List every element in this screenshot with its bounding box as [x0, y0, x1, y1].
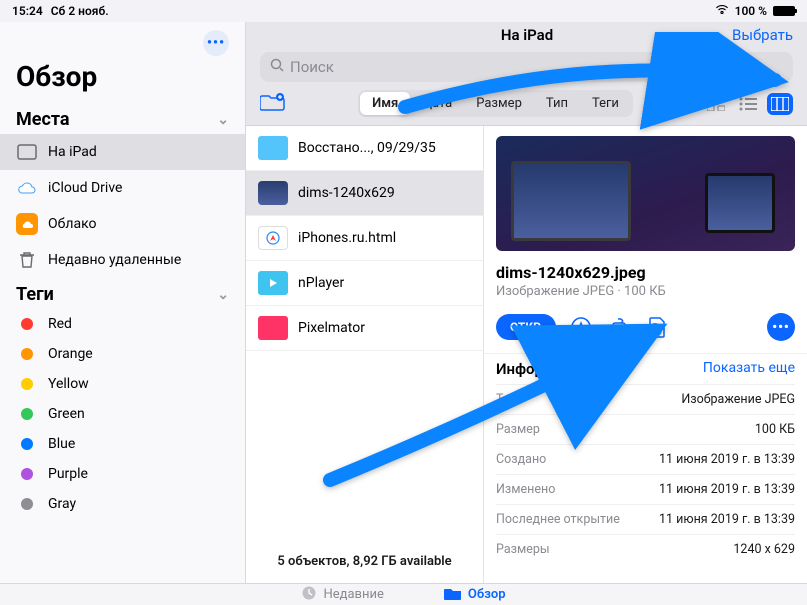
markup-icon[interactable] [568, 314, 594, 340]
view-grid-button[interactable] [703, 93, 729, 115]
tag-dot-icon [21, 468, 33, 480]
tag-dot-icon [21, 408, 33, 420]
file-row-pixelmator[interactable]: Pixelmator [246, 306, 483, 351]
tag-dot-icon [21, 498, 33, 510]
search-placeholder: Поиск [290, 58, 334, 76]
clock-icon [301, 585, 317, 605]
more-button[interactable]: ••• [203, 30, 229, 56]
bottom-bar: Недавние Обзор [0, 583, 807, 605]
detail-panel: dims-1240x629.jpeg Изображение JPEG · 10… [483, 126, 807, 583]
sort-size[interactable]: Размер [464, 92, 534, 115]
status-bar: 15:24 Сб 2 нояб. 100 % [0, 0, 807, 22]
tag-red[interactable]: Red [0, 309, 245, 339]
sidebar-item-trash[interactable]: Недавно удаленные [0, 242, 245, 278]
file-list: Восстано..., 09/29/35 dims-1240x629 iPho… [246, 126, 483, 583]
sidebar-item-icloud[interactable]: iCloud Drive [0, 170, 245, 206]
tag-dot-icon [21, 348, 33, 360]
info-header: Информация [496, 360, 588, 378]
trash-icon [16, 249, 38, 271]
preview-image [496, 136, 795, 251]
ipad-icon [16, 141, 38, 163]
show-more-button[interactable]: Показать еще [703, 360, 795, 378]
tag-dot-icon [21, 378, 33, 390]
new-folder-button[interactable] [260, 92, 288, 116]
tag-blue[interactable]: Blue [0, 429, 245, 459]
sort-type[interactable]: Тип [534, 92, 580, 115]
file-status: 5 объектов, 8,92 ГБ available [246, 540, 483, 583]
sidebar-item-ipad[interactable]: На iPad [0, 134, 245, 170]
more-actions-button[interactable]: ••• [767, 313, 795, 341]
file-row-html[interactable]: iPhones.ru.html [246, 216, 483, 261]
tag-purple[interactable]: Purple [0, 459, 245, 489]
tag-orange[interactable]: Orange [0, 339, 245, 369]
chevron-down-icon: ⌄ [217, 112, 229, 128]
tab-browse[interactable]: Обзор [444, 586, 506, 604]
select-button[interactable]: Выбрать [732, 26, 793, 44]
view-list-button[interactable] [735, 93, 761, 115]
rotate-icon[interactable] [606, 314, 632, 340]
sort-date[interactable]: Дата [410, 92, 464, 115]
sort-tags[interactable]: Теги [580, 92, 631, 115]
file-row-nplayer[interactable]: nPlayer [246, 261, 483, 306]
wifi-icon [715, 4, 729, 18]
sidebar: ••• Обзор Места ⌄ На iPad iCloud Drive О… [0, 22, 246, 583]
file-row-folder[interactable]: Восстано..., 09/29/35 [246, 126, 483, 171]
search-icon [270, 58, 284, 76]
section-tags[interactable]: Теги ⌄ [0, 278, 245, 309]
sort-segment: Имя Дата Размер Тип Теги [358, 90, 633, 117]
sidebar-item-cloud[interactable]: Облако [0, 206, 245, 242]
cloud-app-icon [16, 213, 38, 235]
tag-dot-icon [21, 318, 33, 330]
info-table: ТипИзображение JPEG Размер100 КБ Создано… [484, 384, 807, 564]
svg-text:PDF: PDF [652, 328, 661, 334]
nplayer-icon [258, 271, 288, 295]
sidebar-title: Обзор [0, 60, 245, 103]
chevron-down-icon: ⌄ [217, 287, 229, 303]
battery-icon [773, 6, 795, 16]
image-thumb-icon [258, 181, 288, 205]
page-title: На iPad [501, 26, 553, 44]
status-date: Сб 2 нояб. [51, 4, 109, 18]
tag-dot-icon [21, 438, 33, 450]
file-row-image[interactable]: dims-1240x629 [246, 171, 483, 216]
search-input[interactable]: Поиск [260, 52, 793, 82]
status-time: 15:24 [12, 4, 43, 18]
folder-icon [258, 136, 288, 160]
folder-icon [444, 586, 462, 604]
main-panel: На iPad Выбрать Поиск Имя Дата Размер Ти… [246, 22, 807, 583]
view-columns-button[interactable] [767, 93, 793, 115]
battery-pct: 100 % [735, 4, 767, 18]
pixelmator-icon [258, 316, 288, 340]
tag-yellow[interactable]: Yellow [0, 369, 245, 399]
file-name: dims-1240x629.jpeg [484, 261, 807, 284]
safari-icon [258, 226, 288, 250]
open-button[interactable]: ОТКР. [496, 314, 556, 340]
tab-recents[interactable]: Недавние [301, 585, 383, 605]
cloud-icon [16, 177, 38, 199]
pdf-icon[interactable]: PDF [644, 314, 670, 340]
section-places[interactable]: Места ⌄ [0, 103, 245, 134]
tag-gray[interactable]: Gray [0, 489, 245, 519]
sort-name[interactable]: Имя [360, 92, 410, 115]
file-desc: Изображение JPEG · 100 КБ [484, 284, 807, 309]
tag-green[interactable]: Green [0, 399, 245, 429]
